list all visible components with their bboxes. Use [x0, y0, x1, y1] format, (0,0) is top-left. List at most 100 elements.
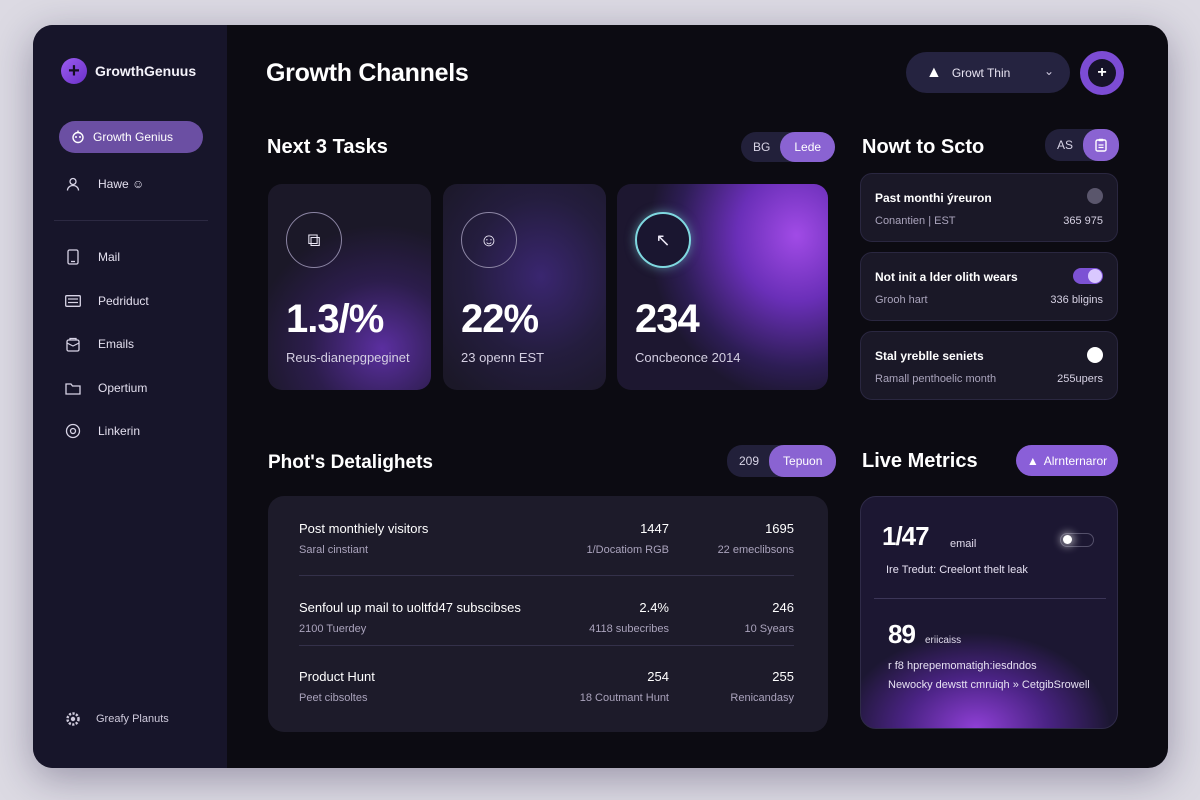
howto-item-meta: 365 975	[1063, 215, 1103, 227]
task-value: 1.3/%	[286, 297, 384, 341]
section-title-highlights: Phot's Detalighets	[268, 452, 433, 473]
sidebar-item-linkerin[interactable]: Linkerin	[64, 422, 140, 440]
toggle-option-bg[interactable]: BG	[741, 140, 780, 154]
row-sub-1: 4118 subecribes	[589, 623, 669, 635]
clipboard-icon[interactable]	[1083, 129, 1120, 161]
row-sub: Peet cibsoltes	[299, 692, 368, 704]
sidebar-item-label: Mail	[98, 250, 121, 264]
row-value-1: 1447	[640, 521, 669, 536]
toggle-switch[interactable]	[1060, 533, 1094, 547]
howto-toggle: AS	[1045, 129, 1120, 161]
at-icon	[64, 422, 82, 440]
sidebar-item-growth-genius[interactable]: Growth Genius	[59, 121, 203, 153]
howto-item-sub: Conantien | EST	[875, 215, 956, 227]
task-label: Concbeonce 2014	[635, 350, 741, 365]
sidebar-item-mail[interactable]: Mail	[64, 248, 120, 266]
warning-icon: ▲	[926, 63, 942, 81]
howto-item[interactable]: Stal yreblle seniets Ramall penthoelic m…	[860, 331, 1118, 400]
row-sub: Saral cinstiant	[299, 544, 369, 556]
sidebar-item-label: Emails	[98, 337, 135, 351]
sidebar-item-label: Greafy Planuts	[96, 713, 169, 725]
howto-item-sub: Grooh hart	[875, 294, 928, 306]
table-row[interactable]: Senfoul up mail to uoltfd47 subscibses 2…	[299, 575, 794, 645]
sidebar-item-label: Hawe ☺	[98, 177, 145, 191]
task-label: 23 openn EST	[461, 350, 545, 365]
sidebar-item-emails[interactable]: Emails	[64, 335, 134, 353]
task-card[interactable]: ↖ 234 Concbeonce 2014	[617, 184, 828, 390]
tasks-toggle: BG Lede	[741, 132, 836, 162]
toggle-switch[interactable]	[1073, 268, 1103, 284]
row-value-1: 254	[647, 669, 669, 684]
toggle-option-as[interactable]: AS	[1045, 138, 1083, 152]
envelope-icon	[64, 335, 82, 353]
howto-item-sub: Ramall penthoelic month	[875, 373, 997, 385]
brand[interactable]: + GrowthGenuus	[61, 58, 196, 84]
toggle-option-tepuon[interactable]: Tepuon	[769, 445, 837, 477]
workspace-select[interactable]: ▲ Growt Thin ⌄	[906, 52, 1070, 93]
howto-item-title: Past monthi ýreuron	[875, 191, 992, 205]
status-dot[interactable]	[1087, 188, 1103, 204]
task-label: Reus-dianepgpeginet	[286, 350, 410, 365]
robot-icon	[72, 130, 84, 144]
metric-desc: r f8 hprepemomatigh:iesdndos	[888, 660, 1037, 672]
row-sub-2: 10 Syears	[744, 623, 794, 635]
row-sub-2: Renicandasy	[730, 692, 794, 704]
sidebar-item-opertium[interactable]: Opertium	[64, 379, 147, 397]
plus-icon: +	[1088, 59, 1116, 87]
chat-icon: ☺	[461, 212, 517, 268]
chevron-down-icon: ⌄	[1043, 64, 1054, 78]
howto-item-meta: 255upers	[1057, 373, 1103, 385]
row-value-2: 1695	[765, 521, 794, 536]
sidebar-divider	[54, 220, 208, 221]
task-value: 234	[635, 297, 700, 341]
list-icon	[64, 292, 82, 310]
button-label: Alrnternaror	[1043, 453, 1108, 468]
metrics-card: 1/47 email Ire Tredut: Creelont thelt le…	[860, 496, 1118, 729]
howto-item[interactable]: Past monthi ýreuron Conantien | EST 365 …	[860, 173, 1118, 242]
sidebar-item-label: Linkerin	[98, 424, 141, 438]
howto-item[interactable]: Not init a lder olith wears Grooh hart 3…	[860, 252, 1118, 321]
table-row[interactable]: Product Hunt Peet cibsoltes 254 18 Coutm…	[299, 644, 794, 714]
workspace-label: Growt Thin	[951, 65, 1011, 80]
sidebar-item-pedriduct[interactable]: Pedriduct	[64, 292, 149, 310]
sidebar-item-label: Opertium	[98, 381, 148, 395]
toggle-option-lede[interactable]: Lede	[780, 132, 836, 162]
alternator-button[interactable]: ▲ Alrnternaror	[1016, 445, 1118, 476]
row-sub: 2100 Tuerdey	[299, 623, 367, 635]
section-title-live-metrics: Live Metrics	[862, 450, 978, 472]
row-sub-1: 18 Coutmant Hunt	[579, 692, 669, 704]
section-title-howto: Nowt to Scto	[862, 136, 985, 158]
metric-unit: eriicaiss	[925, 635, 962, 646]
add-button[interactable]: +	[1080, 51, 1124, 95]
page-title: Growth Channels	[266, 59, 469, 87]
row-title: Post monthiely visitors	[299, 521, 429, 536]
row-title: Product Hunt	[299, 669, 375, 684]
brand-name: GrowthGenuus	[95, 63, 197, 79]
task-card[interactable]: ⧉ 1.3/% Reus-dianepgpeginet	[268, 184, 431, 390]
howto-item-title: Not init a lder olith wears	[875, 270, 1018, 284]
link-icon: ⧉	[286, 212, 342, 268]
metric-desc: Newocky dewstt cmruiqh » CetgibSrowell	[888, 679, 1090, 691]
howto-item-meta: 336 bligins	[1050, 294, 1103, 306]
task-card[interactable]: ☺ 22% 23 openn EST	[443, 184, 606, 390]
howto-item-title: Stal yreblle seniets	[875, 349, 984, 363]
metric-value: 89	[888, 619, 916, 649]
plus-icon: +	[61, 58, 87, 84]
metric-desc: Ire Tredut: Creelont thelt leak	[886, 564, 1028, 576]
metric-unit: email	[950, 538, 977, 550]
metric-value: 1/47	[882, 521, 930, 551]
sidebar-item-label: Pedriduct	[98, 294, 149, 308]
row-title: Senfoul up mail to uoltfd47 subscibses	[299, 600, 521, 615]
folder-icon	[64, 379, 82, 397]
sidebar-item-label: Growth Genius	[93, 130, 174, 144]
user-icon	[64, 175, 82, 193]
highlights-toggle: 209 Tepuon	[727, 445, 837, 477]
toggle-option-209[interactable]: 209	[727, 454, 769, 468]
highlights-table: Post monthiely visitors Saral cinstiant …	[268, 496, 828, 732]
section-title-tasks: Next 3 Tasks	[267, 136, 388, 158]
row-sub-2: 22 emeclibsons	[717, 544, 794, 556]
sidebar-item-settings[interactable]: Greafy Planuts	[64, 710, 169, 728]
table-row[interactable]: Post monthiely visitors Saral cinstiant …	[299, 496, 794, 566]
status-dot[interactable]	[1087, 347, 1103, 363]
sidebar-item-hawe[interactable]: Hawe ☺	[64, 175, 144, 193]
